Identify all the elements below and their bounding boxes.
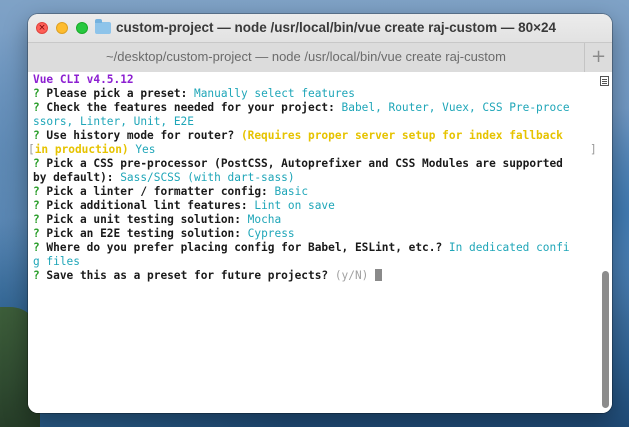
bracket-right: ] (590, 143, 597, 156)
prompt-warning: (Requires proper server setup for index … (240, 129, 563, 142)
prompt-marker: ? (33, 157, 40, 170)
bracket-left: [ (28, 143, 35, 156)
prompt-answer: Cypress (247, 227, 295, 240)
tab-active[interactable]: ~/desktop/custom-project — node /usr/loc… (28, 49, 584, 64)
prompt-text: Check the features needed for your proje… (39, 101, 342, 114)
scrollbar-thumb[interactable] (602, 271, 609, 408)
maximize-window-button[interactable] (76, 22, 88, 34)
prompt-warning: in production) (34, 143, 129, 156)
folder-icon (95, 19, 111, 34)
title-bar[interactable]: × custom-project — node /usr/local/bin/v… (28, 14, 612, 42)
terminal-line: ? Use history mode for router? (Requires… (33, 129, 612, 143)
prompt-text: Pick a CSS pre-processor (PostCSS, Autop… (39, 157, 563, 170)
prompt-answer: In dedicated confi (448, 241, 570, 254)
window-title: custom-project — node /usr/local/bin/vue… (116, 20, 557, 35)
prompt-marker: ? (33, 241, 40, 254)
prompt-marker: ? (33, 199, 40, 212)
terminal-line: g files (33, 255, 612, 269)
prompt-text: Pick additional lint features: (39, 199, 255, 212)
close-icon: × (38, 23, 46, 33)
terminal-line: ? Please pick a preset: Manually select … (33, 87, 612, 101)
terminal-line: ? Pick a CSS pre-processor (PostCSS, Aut… (33, 157, 612, 171)
text-cursor (375, 269, 383, 281)
prompt-text: Pick an E2E testing solution: (39, 227, 248, 240)
prompt-text: Pick a unit testing solution: (39, 213, 248, 226)
terminal-line: ? Where do you prefer placing config for… (33, 241, 612, 255)
prompt-marker: ? (33, 227, 40, 240)
prompt-marker: ? (33, 213, 40, 226)
terminal-line: ssors, Linter, Unit, E2E (33, 115, 612, 129)
terminal-line: ? Save this as a preset for future proje… (33, 269, 612, 283)
prompt-answer: ssors, Linter, Unit, E2E (33, 115, 194, 128)
prompt-marker: ? (33, 269, 40, 282)
prompt-answer: Yes (128, 143, 156, 156)
terminal-line: ? Check the features needed for your pro… (33, 101, 612, 115)
terminal-header-line: Vue CLI v4.5.12 (33, 73, 612, 87)
prompt-answer: Babel, Router, Vuex, CSS Pre-proce (341, 101, 570, 114)
prompt-marker: ? (33, 87, 40, 100)
prompt-answer: Basic (274, 185, 309, 198)
terminal-line: ? Pick an E2E testing solution: Cypress (33, 227, 612, 241)
terminal-line: ? Pick a unit testing solution: Mocha (33, 213, 612, 227)
vertical-scrollbar[interactable] (600, 76, 610, 408)
prompt-answer: Sass/SCSS (with dart-sass) (120, 171, 295, 184)
prompt-default-hint: (y/N) (334, 269, 369, 282)
terminal-window[interactable]: × custom-project — node /usr/local/bin/v… (28, 14, 612, 413)
prompt-answer: Lint on save (254, 199, 335, 212)
prompt-text: Where do you prefer placing config for B… (39, 241, 449, 254)
prompt-answer: g files (33, 255, 80, 268)
prompt-marker: ? (33, 129, 40, 142)
terminal-output[interactable]: Vue CLI v4.5.12 ? Please pick a preset: … (28, 72, 612, 413)
close-window-button[interactable]: × (36, 22, 48, 34)
menu-lines-icon[interactable] (600, 76, 609, 86)
terminal-line: [in production) Yes] (28, 143, 612, 157)
prompt-marker: ? (33, 101, 40, 114)
terminal-line: ? Pick additional lint features: Lint on… (33, 199, 612, 213)
minimize-window-button[interactable] (56, 22, 68, 34)
prompt-text: Please pick a preset: (39, 87, 194, 100)
prompt-text: Save this as a preset for future project… (39, 269, 335, 282)
new-tab-button[interactable]: + (584, 43, 612, 72)
prompt-text: Use history mode for router? (39, 129, 241, 142)
vue-cli-version: Vue CLI v4.5.12 (33, 73, 134, 86)
prompt-answer: Manually select features (194, 87, 355, 100)
prompt-marker: ? (33, 185, 40, 198)
prompt-text: by default): (33, 171, 121, 184)
prompt-answer: Mocha (247, 213, 282, 226)
terminal-line: by default): Sass/SCSS (with dart-sass) (33, 171, 612, 185)
tab-bar: ~/desktop/custom-project — node /usr/loc… (28, 42, 612, 73)
prompt-text: Pick a linter / formatter config: (39, 185, 275, 198)
terminal-line: ? Pick a linter / formatter config: Basi… (33, 185, 612, 199)
